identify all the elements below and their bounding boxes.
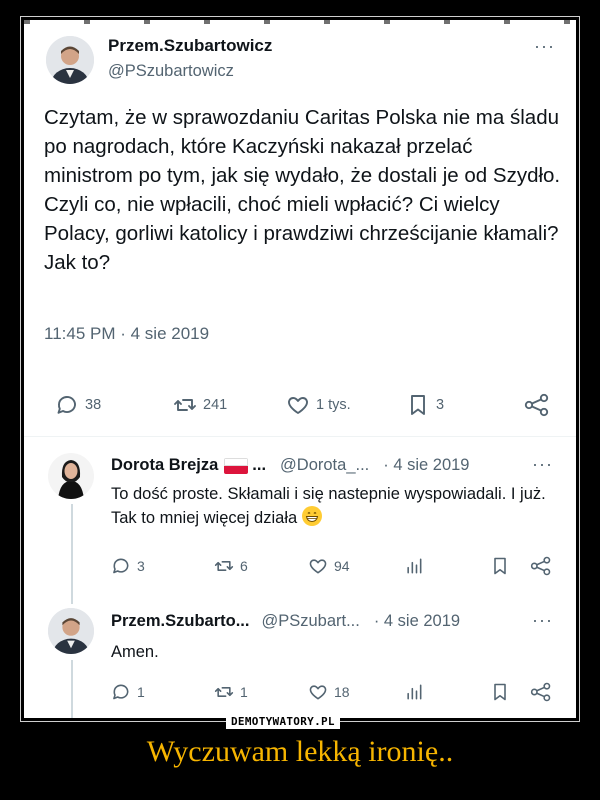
heart-icon <box>288 397 308 414</box>
reply-icon <box>57 396 76 414</box>
bookmark-button[interactable]: 3 <box>406 393 444 417</box>
bookmark-icon <box>494 683 506 701</box>
share-icon <box>530 556 551 576</box>
cropped-top-edge <box>24 20 576 24</box>
author-name[interactable]: Dorota Brejza <box>111 456 218 475</box>
name-ellipsis: ... <box>252 456 267 474</box>
grinning-face-emoji-icon <box>301 506 322 526</box>
reply-button[interactable]: 38 <box>55 393 101 417</box>
like-count: 1 tys. <box>316 397 351 413</box>
poland-flag-icon <box>224 457 249 474</box>
tweet-actions: 38 241 1 tys. 3 <box>24 390 576 422</box>
author-handle[interactable]: @PSzubartowicz <box>108 62 234 81</box>
share-icon <box>530 682 551 702</box>
heart-icon <box>309 559 327 574</box>
reply-icon <box>113 684 129 700</box>
retweet-count: 6 <box>240 558 248 574</box>
more-options-icon[interactable]: ··· <box>532 610 553 631</box>
bookmark-button[interactable] <box>490 556 510 576</box>
share-button[interactable] <box>530 556 552 576</box>
retweet-icon <box>214 687 234 697</box>
author-name[interactable]: Przem.Szubartowicz <box>108 36 272 56</box>
bookmark-icon <box>494 557 506 575</box>
tweet-timestamp[interactable]: 11:45 PM · 4 sie 2019 <box>44 324 209 344</box>
share-icon <box>524 393 549 417</box>
reply-date[interactable]: · 4 sie 2019 <box>383 456 469 475</box>
avatar[interactable] <box>48 608 94 654</box>
reply-count: 3 <box>137 558 145 574</box>
retweet-button[interactable]: 1 <box>214 682 248 702</box>
bookmark-count: 3 <box>436 397 445 413</box>
retweet-button[interactable]: 241 <box>173 393 227 417</box>
reply-date[interactable]: · 4 sie 2019 <box>374 612 460 631</box>
like-count: 94 <box>334 558 350 574</box>
reply-count: 38 <box>85 397 102 413</box>
author-handle[interactable]: @PSzubart... <box>261 612 359 631</box>
tweet-text: Czytam, że w sprawozdaniu Caritas Polska… <box>44 106 561 274</box>
avatar[interactable] <box>46 36 94 84</box>
reply-text-content: To dość proste. Skłamali i się nastepnie… <box>111 485 546 527</box>
more-options-icon[interactable]: ··· <box>532 454 553 475</box>
like-button[interactable]: 18 <box>308 682 350 702</box>
reply-button[interactable]: 3 <box>111 556 145 576</box>
views-chart-icon <box>407 684 422 700</box>
retweet-icon <box>174 399 196 411</box>
like-button[interactable]: 1 tys. <box>286 393 351 417</box>
divider <box>24 436 576 437</box>
heart-icon <box>309 685 327 700</box>
reply-icon <box>113 558 129 574</box>
retweet-count: 241 <box>203 397 228 413</box>
reply-header: Przem.Szubarto... @PSzubart... · 4 sie 2… <box>111 612 460 631</box>
retweet-button[interactable]: 6 <box>214 556 248 576</box>
share-button[interactable] <box>530 682 552 702</box>
more-options-icon[interactable]: ··· <box>534 36 555 57</box>
reply-actions: 1 1 18 <box>24 678 576 710</box>
flag-red-stripe <box>224 465 249 474</box>
retweet-count: 1 <box>240 684 248 700</box>
tweet-screenshot: Przem.Szubartowicz @PSzubartowicz ··· Cz… <box>24 20 576 718</box>
reply-count: 1 <box>137 684 145 700</box>
author-handle[interactable]: @Dorota_... <box>280 456 369 475</box>
like-button[interactable]: 94 <box>308 556 350 576</box>
retweet-icon <box>214 561 234 571</box>
reply-actions: 3 6 94 <box>24 552 576 584</box>
views-chart-icon <box>407 558 422 574</box>
share-button[interactable] <box>524 393 550 417</box>
views-button[interactable] <box>404 682 424 702</box>
reply-text: Amen. <box>111 643 159 661</box>
bookmark-icon <box>411 395 425 415</box>
avatar[interactable] <box>48 453 94 499</box>
views-button[interactable] <box>404 556 424 576</box>
reply-button[interactable]: 1 <box>111 682 145 702</box>
reply-header: Dorota Brejza ... @Dorota_... · 4 sie 20… <box>111 456 469 475</box>
like-count: 18 <box>334 684 350 700</box>
author-name[interactable]: Przem.Szubarto... <box>111 612 249 631</box>
bookmark-button[interactable] <box>490 682 510 702</box>
reply-text: To dość proste. Skłamali i się nastepnie… <box>111 482 566 530</box>
caption: Wyczuwam lekką ironię.. <box>146 735 454 768</box>
watermark: DEMOTYWATORY.PL <box>226 714 340 729</box>
flag-white-stripe <box>224 457 249 466</box>
